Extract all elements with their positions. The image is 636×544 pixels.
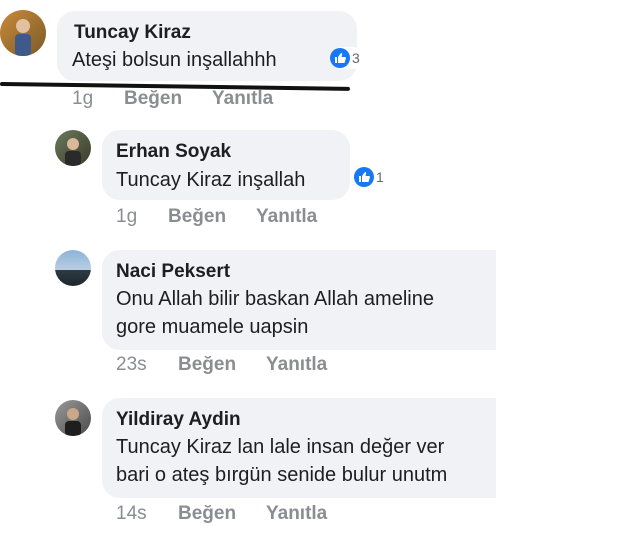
- comment-author[interactable]: Erhan Soyak: [116, 141, 231, 163]
- comment-time[interactable]: 1g: [116, 206, 137, 228]
- like-button[interactable]: Beğen: [124, 88, 182, 110]
- comment-text-line: Tuncay Kiraz lan lale insan değer ver: [116, 436, 445, 458]
- avatar-erhan-soyak[interactable]: [55, 130, 91, 166]
- comment-meta: 1g Beğen Yanıtla: [72, 88, 372, 112]
- comment-text-line: Tuncay Kiraz inşallah: [116, 169, 306, 191]
- like-button[interactable]: Beğen: [178, 354, 236, 376]
- comment-text: Onu Allah bilir baskan Allah ameline gor…: [116, 285, 434, 341]
- comment-author[interactable]: Yildiray Aydin: [116, 409, 241, 431]
- person-photo-icon: [65, 408, 81, 436]
- comment-text-line: gore muamele uapsin: [116, 316, 309, 338]
- comment-meta: 23s Beğen Yanıtla: [116, 354, 416, 378]
- comment-text: Ateşi bolsun inşallahhh: [72, 46, 277, 74]
- comment-text: Tuncay Kiraz lan lale insan değer ver ba…: [116, 433, 447, 489]
- person-photo-icon: [15, 19, 31, 56]
- comment-author[interactable]: Tuncay Kiraz: [74, 22, 191, 44]
- comment-text-line: bari o ateş bırgün senide bulur unutm: [116, 464, 448, 486]
- reply-button[interactable]: Yanıtla: [212, 88, 273, 110]
- comment-meta: 14s Beğen Yanıtla: [116, 503, 416, 527]
- comment-time[interactable]: 1g: [72, 88, 93, 110]
- blank-margin: [496, 0, 636, 544]
- reaction-count: 1: [376, 169, 384, 185]
- comment-text: Tuncay Kiraz inşallah: [116, 166, 305, 194]
- reply-button[interactable]: Yanıtla: [266, 503, 327, 525]
- comments-thread: Tuncay Kiraz Ateşi bolsun inşallahhh 3 1…: [0, 0, 502, 544]
- person-photo-icon: [65, 138, 81, 166]
- comment-author[interactable]: Naci Peksert: [116, 261, 230, 283]
- comment-time[interactable]: 14s: [116, 503, 147, 525]
- like-button[interactable]: Beğen: [168, 206, 226, 228]
- avatar-naci-peksert[interactable]: [55, 250, 91, 286]
- comment-text-line: Ateşi bolsun inşallahhh: [72, 49, 277, 71]
- reply-button[interactable]: Yanıtla: [256, 206, 317, 228]
- avatar-yildiray-aydin[interactable]: [55, 400, 91, 436]
- thumbs-up-icon: [330, 48, 350, 68]
- reaction-badge[interactable]: 3: [330, 47, 363, 69]
- comment-time[interactable]: 23s: [116, 354, 147, 376]
- reaction-badge[interactable]: 1: [354, 166, 387, 188]
- like-button[interactable]: Beğen: [178, 503, 236, 525]
- comment-text-line: Onu Allah bilir baskan Allah ameline: [116, 288, 434, 310]
- comment-meta: 1g Beğen Yanıtla: [116, 206, 416, 230]
- reaction-count: 3: [352, 50, 360, 66]
- reply-button[interactable]: Yanıtla: [266, 354, 327, 376]
- avatar-tuncay-kiraz[interactable]: [0, 10, 46, 56]
- thumbs-up-icon: [354, 167, 374, 187]
